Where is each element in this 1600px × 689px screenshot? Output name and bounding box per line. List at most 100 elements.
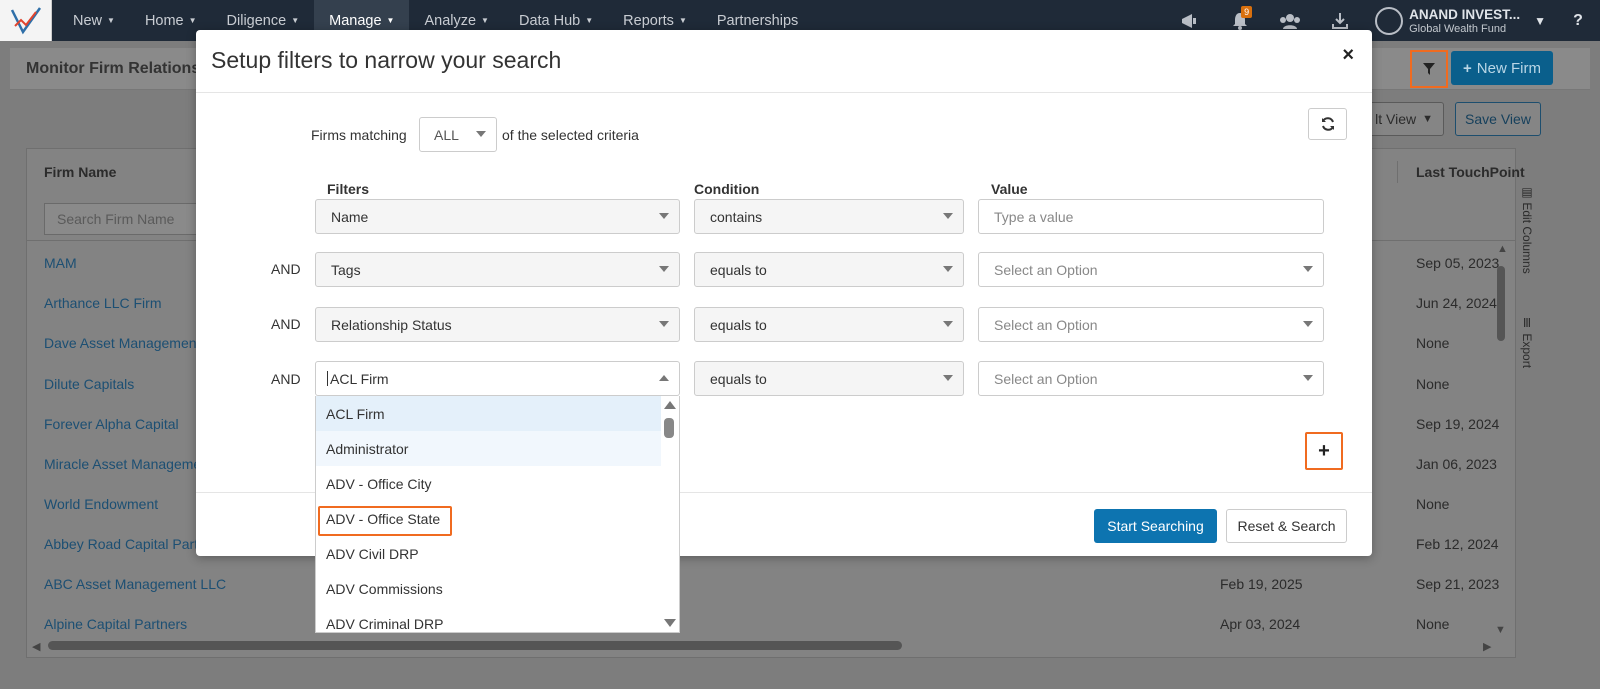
view-select[interactable]: lt View ▼ — [1360, 102, 1444, 136]
list-item[interactable]: ACL Firm — [316, 396, 661, 431]
plus-icon: + — [1463, 59, 1472, 77]
value-select[interactable]: Select an Option — [978, 361, 1324, 396]
menu-label: Diligence — [226, 12, 287, 29]
firm-link[interactable]: ABC Asset Management LLC — [44, 576, 226, 592]
date-cell: Feb 19, 2025 — [1220, 576, 1303, 592]
column-header-firm-name[interactable]: Firm Name — [44, 164, 116, 180]
filter-value: Name — [331, 209, 369, 225]
app-logo[interactable] — [0, 0, 52, 41]
condition-column-label: Condition — [694, 181, 760, 197]
match-mode-select[interactable]: ALL — [419, 117, 497, 152]
help-glyph: ? — [1573, 11, 1583, 29]
scroll-up-arrow-icon[interactable]: ▲ — [1497, 243, 1508, 255]
value-input[interactable]: Type a value — [978, 199, 1324, 234]
last-touchpoint-cell: Feb 12, 2024 — [1416, 536, 1499, 552]
filter-value: Tags — [331, 262, 361, 278]
menu-label: Home — [144, 12, 184, 29]
start-searching-button[interactable]: Start Searching — [1094, 509, 1217, 543]
option-label: ADV Commissions — [326, 581, 443, 597]
user-name: ANAND INVEST... — [1409, 6, 1521, 22]
and-label: AND — [271, 371, 301, 387]
table-row[interactable]: Alpine Capital Partners Apr 03, 2024 None — [27, 604, 1517, 644]
scroll-down-arrow-icon[interactable] — [664, 619, 676, 627]
list-item[interactable]: ADV - Office City — [316, 466, 661, 501]
value-select[interactable]: Select an Option — [978, 252, 1324, 287]
caret-down-icon — [659, 213, 669, 219]
caret-down-icon: ▼ — [678, 16, 687, 25]
filters-column-label: Filters — [327, 181, 370, 197]
caret-down-icon — [659, 266, 669, 272]
filter-button[interactable] — [1410, 50, 1448, 88]
filter-select[interactable]: Relationship Status — [315, 307, 680, 342]
firm-link[interactable]: Alpine Capital Partners — [44, 616, 187, 632]
list-item[interactable]: Administrator — [316, 431, 661, 466]
firm-link[interactable]: Dave Asset Management — [44, 335, 200, 351]
value-placeholder: Type a value — [994, 209, 1074, 225]
date-cell: Apr 03, 2024 — [1220, 616, 1301, 632]
condition-value: equals to — [710, 262, 767, 278]
refresh-button[interactable] — [1308, 108, 1347, 140]
scroll-left-arrow-icon[interactable]: ◀ — [32, 640, 40, 653]
option-label: ACL Firm — [326, 406, 385, 422]
condition-select[interactable]: contains — [694, 199, 964, 234]
list-item[interactable]: ADV Criminal DRP — [316, 606, 661, 632]
reset-search-button[interactable]: Reset & Search — [1226, 509, 1347, 543]
firm-link[interactable]: Forever Alpha Capital — [44, 416, 179, 432]
firm-link[interactable]: Abbey Road Capital Partn — [44, 536, 206, 552]
modal-header: Setup filters to narrow your search × — [196, 30, 1372, 93]
scroll-up-arrow-icon[interactable] — [664, 401, 676, 409]
search-firm-input[interactable]: Search Firm Name — [44, 203, 204, 235]
menu-label: New — [73, 12, 103, 29]
caret-down-icon: ▼ — [386, 16, 395, 25]
list-item[interactable]: ADV Commissions — [316, 571, 661, 606]
funnel-icon — [1423, 63, 1435, 75]
menu-label: Data Hub — [518, 12, 581, 29]
vertical-scrollbar[interactable] — [1497, 266, 1505, 341]
help-icon[interactable]: ? — [1556, 12, 1600, 30]
column-separator — [1397, 161, 1398, 183]
filter-value: Relationship Status — [331, 317, 452, 333]
export-tab[interactable]: Ⅲ Export — [1520, 316, 1534, 368]
new-firm-button[interactable]: + New Firm — [1451, 51, 1553, 85]
and-label: AND — [271, 316, 301, 332]
condition-select[interactable]: equals to — [694, 307, 964, 342]
last-touchpoint-cell: Jun 24, 2024 — [1416, 295, 1497, 311]
list-item[interactable]: ADV Civil DRP — [316, 536, 661, 571]
firm-link[interactable]: Arthance LLC Firm — [44, 295, 161, 311]
filter-select[interactable]: Tags — [315, 252, 680, 287]
add-filter-button[interactable]: + — [1305, 432, 1343, 470]
last-touchpoint-cell: None — [1416, 376, 1450, 392]
condition-select[interactable]: equals to — [694, 252, 964, 287]
edit-columns-tab[interactable]: ▤ Edit Columns — [1520, 185, 1534, 274]
firm-link[interactable]: Dilute Capitals — [44, 376, 134, 392]
caret-down-icon: ▼ — [107, 16, 115, 25]
last-touchpoint-cell: None — [1416, 496, 1450, 512]
logo-icon — [10, 6, 41, 34]
dropdown-scrollbar[interactable] — [664, 418, 674, 438]
caret-down-icon — [943, 375, 953, 381]
export-label: Export — [1520, 333, 1534, 369]
and-label: AND — [271, 261, 301, 277]
column-header-last-touchpoint[interactable]: Last TouchPoint — [1416, 164, 1525, 180]
firm-link[interactable]: MAM — [44, 255, 77, 271]
export-icon: Ⅲ — [1520, 316, 1534, 334]
value-placeholder: Select an Option — [994, 317, 1098, 333]
scroll-right-arrow-icon[interactable]: ▶ — [1483, 640, 1491, 653]
horizontal-scrollbar[interactable] — [48, 641, 902, 650]
view-label: lt View — [1375, 111, 1417, 127]
scroll-down-arrow-icon[interactable]: ▼ — [1495, 624, 1506, 636]
filter-search-input[interactable]: ACL Firm — [315, 361, 680, 396]
condition-value: equals to — [710, 371, 767, 387]
table-row[interactable]: ABC Asset Management LLC Feb 19, 2025 Sep … — [27, 564, 1517, 604]
firm-link[interactable]: World Endowment — [44, 496, 158, 512]
condition-select[interactable]: equals to — [694, 361, 964, 396]
close-button[interactable]: × — [1342, 44, 1354, 67]
value-select[interactable]: Select an Option — [978, 307, 1324, 342]
last-touchpoint-cell: Sep 19, 2024 — [1416, 416, 1500, 432]
user-menu[interactable]: ANAND INVEST... Global Wealth Fund ▼ — [1365, 6, 1556, 35]
caret-down-icon — [943, 321, 953, 327]
filter-select[interactable]: Name — [315, 199, 680, 234]
menu-new[interactable]: New ▼ — [58, 0, 130, 41]
save-view-button[interactable]: Save View — [1455, 102, 1541, 136]
firm-link[interactable]: Miracle Asset Manageme — [44, 456, 201, 472]
